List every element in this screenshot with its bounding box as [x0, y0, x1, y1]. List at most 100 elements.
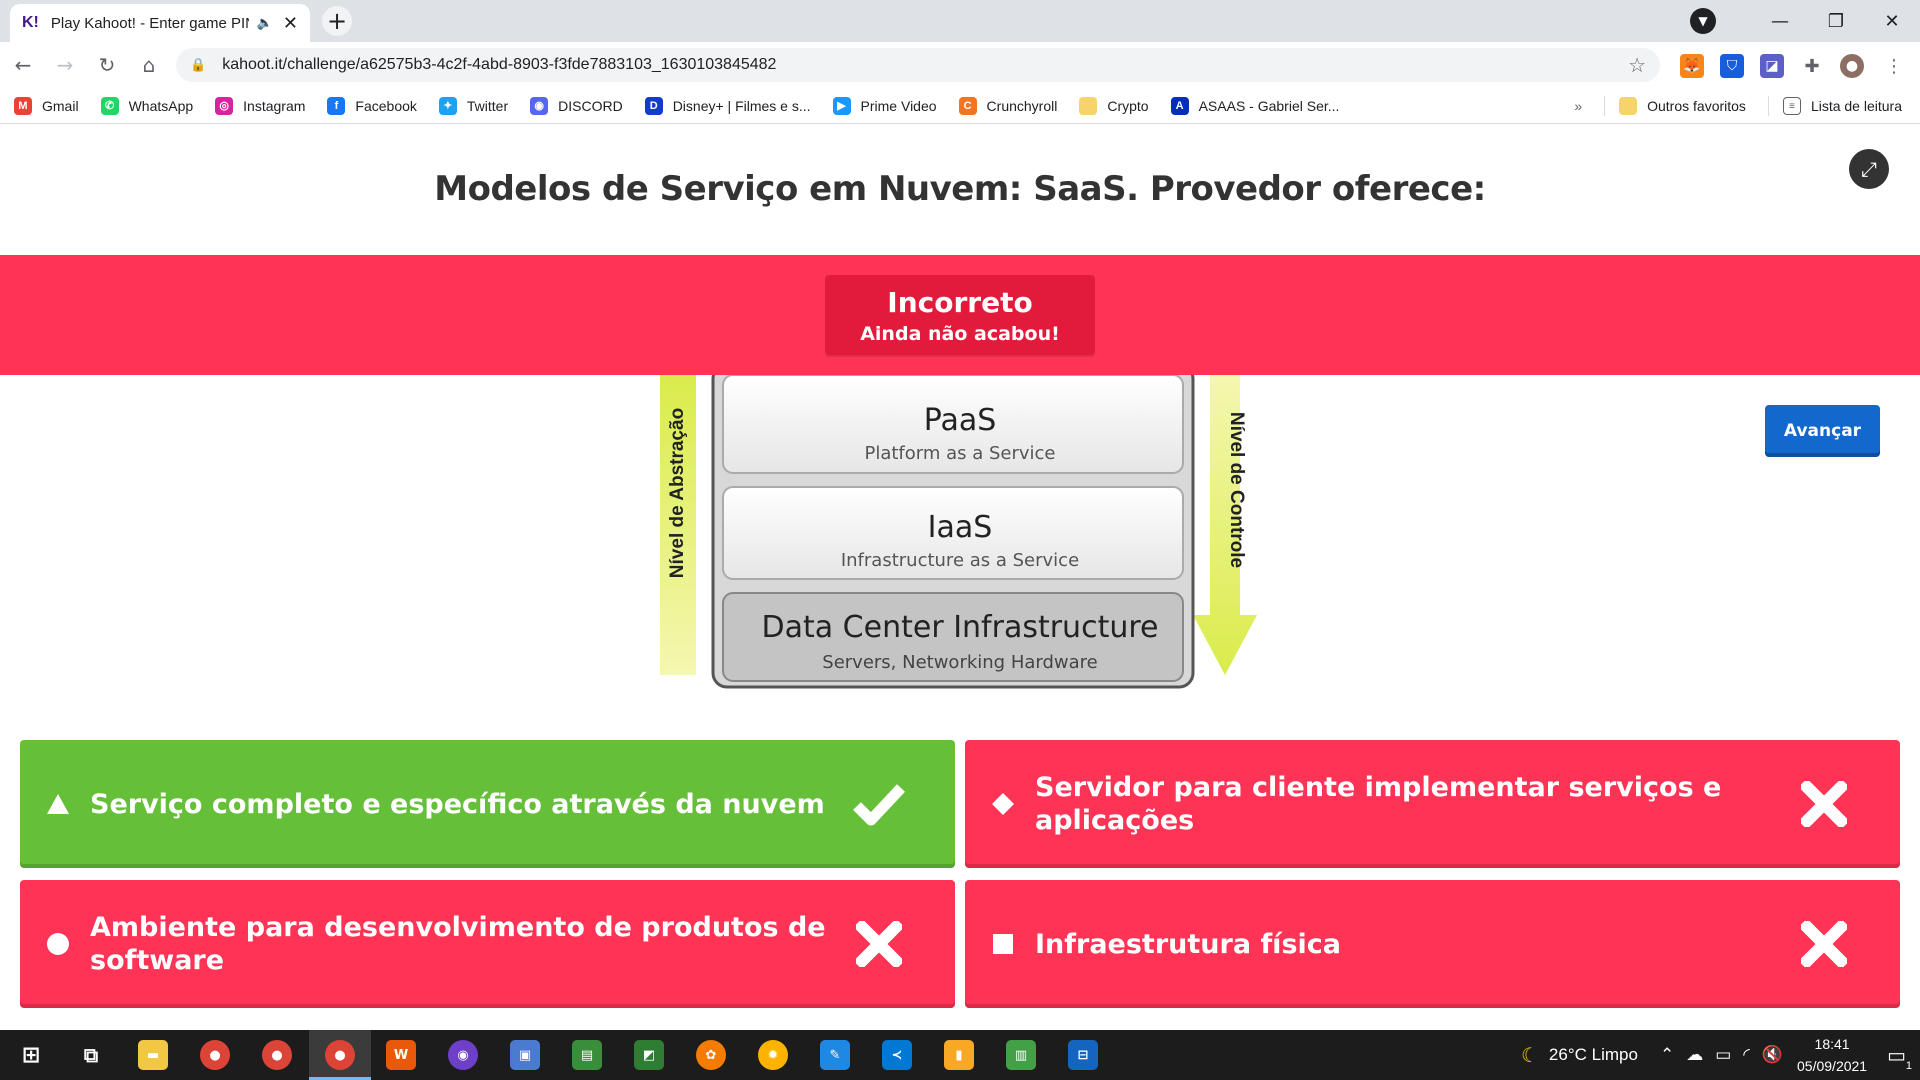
app-icon[interactable]: ▥	[1006, 1040, 1036, 1070]
metamask-extension-icon[interactable]: 🦊	[1680, 54, 1704, 78]
home-icon[interactable]: ⌂	[130, 53, 168, 77]
answer-text: Serviço completo e específico através da…	[90, 788, 825, 820]
answer-diamond[interactable]: Servidor para cliente implementar serviç…	[965, 740, 1900, 868]
bookmark-whatsapp[interactable]: ✆ WhatsApp	[100, 96, 193, 115]
bookmark-label: Outros favoritos	[1647, 98, 1746, 114]
url-text: kahoot.it/challenge/a62575b3-4c2f-4abd-8…	[222, 56, 777, 73]
network-icon[interactable]: ⊟	[1068, 1040, 1098, 1070]
bookmarks-bar-right: » Outros favoritos ≡ Lista de leitura	[1574, 88, 1902, 124]
window-controls: ▼ — ❐ ✕	[1690, 0, 1920, 42]
lock-icon[interactable]: 🔒	[190, 57, 206, 73]
close-tab-icon[interactable]: ✕	[283, 13, 298, 34]
bookmark-label: Twitter	[466, 97, 509, 114]
bookmark-other-favorites[interactable]: Outros favoritos	[1619, 97, 1746, 115]
windows-start-icon[interactable]: ⊞	[16, 1040, 46, 1070]
clock[interactable]: 18:41 05/09/2021	[1797, 1033, 1867, 1077]
cross-icon	[1794, 914, 1854, 974]
onedrive-cloud-icon[interactable]: ☁	[1686, 1045, 1703, 1065]
advance-button[interactable]: Avançar	[1765, 405, 1880, 457]
check-icon	[849, 774, 909, 834]
menu-kebab-icon[interactable]: ⋮	[1882, 54, 1906, 78]
gmail-icon: M	[14, 96, 32, 115]
github-desktop-icon[interactable]: ◉	[448, 1040, 478, 1070]
app-icon[interactable]: ✿	[696, 1040, 726, 1070]
app-icon[interactable]: ✹	[758, 1040, 788, 1070]
back-icon[interactable]: ←	[4, 53, 42, 77]
bookmark-star-icon[interactable]: ☆	[1628, 53, 1646, 78]
bookmarks-overflow-icon[interactable]: »	[1574, 98, 1582, 114]
reading-list-icon: ≡	[1782, 97, 1801, 115]
reload-icon[interactable]: ↻	[88, 53, 126, 77]
battery-icon[interactable]: ▭	[1715, 1045, 1731, 1065]
bookmark-disney-filmes-e-s[interactable]: D Disney+ | Filmes e s...	[644, 96, 811, 115]
clock-date: 05/09/2021	[1797, 1058, 1868, 1074]
bookmark-label: DISCORD	[558, 97, 623, 114]
bookmark-twitter[interactable]: ✦ Twitter	[438, 96, 509, 115]
profile-avatar[interactable]: ●	[1840, 54, 1864, 78]
speaker-icon[interactable]: 🔈	[257, 16, 273, 31]
bookmark-prime-video[interactable]: ▶ Prime Video	[832, 96, 937, 115]
app-icon[interactable]: W	[386, 1040, 416, 1070]
windows-taskbar: ⊞ ⧉ ▬ ● ● ● W ◉ ▣ ▤ ◩ ✿ ✹ ✎ ≺ ▮ ▥ ⊟ ☾ 26…	[0, 1030, 1920, 1080]
bookmarks-bar: M Gmail ✆ WhatsApp ◎ Instagram f Facebook ✦ Twitt…	[0, 88, 1920, 124]
bookmark-facebook[interactable]: f Facebook	[327, 96, 417, 115]
bookmark-label: Lista de leitura	[1810, 98, 1902, 114]
fullscreen-icon[interactable]: ⤢	[1849, 149, 1889, 189]
forward-icon[interactable]: →	[46, 53, 84, 77]
bookmark-gmail[interactable]: M Gmail	[14, 96, 79, 115]
chrome-icon[interactable]: ●	[200, 1040, 230, 1070]
answer-circle[interactable]: Ambiente para desenvolvimento de produto…	[20, 880, 955, 1008]
extensions-puzzle-icon[interactable]: ✚	[1800, 54, 1824, 78]
weather-text[interactable]: 26°C Limpo	[1549, 1045, 1638, 1065]
bookmark-crunchyroll[interactable]: C Crunchyroll	[958, 96, 1057, 115]
cloud-service-layers-diagram: Nível de Abstração Nível de Controle Paa…	[660, 363, 1257, 689]
notifications-icon[interactable]: ▭ 1	[1887, 1043, 1912, 1072]
address-bar[interactable]: 🔒 kahoot.it/challenge/a62575b3-4c2f-4abd…	[176, 48, 1660, 82]
bookmark-label: Instagram	[243, 97, 306, 114]
control-axis-label: Nível de Controle	[1226, 412, 1247, 568]
abstraction-axis-label: Nível de Abstração	[667, 408, 688, 578]
browser-tab-bar: K! Play Kahoot! - Enter game PIN 🔈 ✕ + ▼…	[0, 0, 1920, 42]
new-tab-button[interactable]: +	[322, 6, 352, 36]
restore-icon[interactable]: ❐	[1808, 11, 1864, 32]
bookmark-crypto[interactable]: Crypto	[1079, 96, 1149, 115]
app-icon[interactable]: ◩	[634, 1040, 664, 1070]
close-window-icon[interactable]: ✕	[1864, 11, 1920, 32]
bitwarden-extension-icon[interactable]: ⛉	[1720, 54, 1744, 78]
minimize-icon[interactable]: —	[1752, 11, 1808, 32]
datacenter-subtitle: Servers, Networking Hardware	[822, 652, 1097, 673]
network-app-icon[interactable]: ▣	[510, 1040, 540, 1070]
bookmark-asaas-gabriel-ser[interactable]: A ASAAS - Gabriel Ser...	[1170, 96, 1339, 115]
answer-text: Infraestrutura física	[1035, 928, 1341, 960]
file-explorer-icon[interactable]: ▬	[138, 1040, 168, 1070]
result-box: Incorreto Ainda não acabou!	[825, 275, 1095, 355]
prime-video-icon: ▶	[832, 96, 851, 115]
tab-search-icon[interactable]: ▼	[1690, 8, 1716, 34]
vscode-icon[interactable]: ≺	[882, 1040, 912, 1070]
chrome-active-icon[interactable]: ●	[325, 1040, 355, 1070]
extension-icon[interactable]: ◪	[1760, 54, 1784, 78]
app-icon[interactable]: ✎	[820, 1040, 850, 1070]
clock-time: 18:41	[1814, 1036, 1850, 1052]
chrome-profile-icon[interactable]: ●	[262, 1040, 292, 1070]
power-bi-icon[interactable]: ▮	[944, 1040, 974, 1070]
wifi-icon[interactable]: ◜	[1743, 1045, 1750, 1065]
bookmark-instagram[interactable]: ◎ Instagram	[215, 96, 306, 115]
bookmark-label: Crypto	[1107, 97, 1149, 114]
task-view-icon[interactable]: ⧉	[76, 1040, 106, 1070]
divider	[1604, 96, 1606, 116]
iaas-title: IaaS	[928, 510, 993, 545]
app-icon[interactable]: ▤	[572, 1040, 602, 1070]
bookmark-reading-list[interactable]: ≡ Lista de leitura	[1782, 97, 1902, 115]
browser-tab[interactable]: K! Play Kahoot! - Enter game PIN 🔈 ✕	[10, 4, 310, 42]
answer-triangle[interactable]: Serviço completo e específico através da…	[20, 740, 955, 868]
chevron-up-icon[interactable]: ⌃	[1660, 1045, 1674, 1065]
twitter-icon: ✦	[438, 96, 457, 115]
instagram-icon: ◎	[215, 96, 234, 115]
volume-muted-icon[interactable]: 🔇	[1762, 1045, 1783, 1065]
folder-icon	[1079, 96, 1098, 115]
tab-title: Play Kahoot! - Enter game PIN	[50, 14, 249, 32]
bookmark-discord[interactable]: ◉ DISCORD	[530, 96, 623, 115]
answer-square[interactable]: Infraestrutura física	[965, 880, 1900, 1008]
notification-count: 1	[1905, 1059, 1912, 1072]
